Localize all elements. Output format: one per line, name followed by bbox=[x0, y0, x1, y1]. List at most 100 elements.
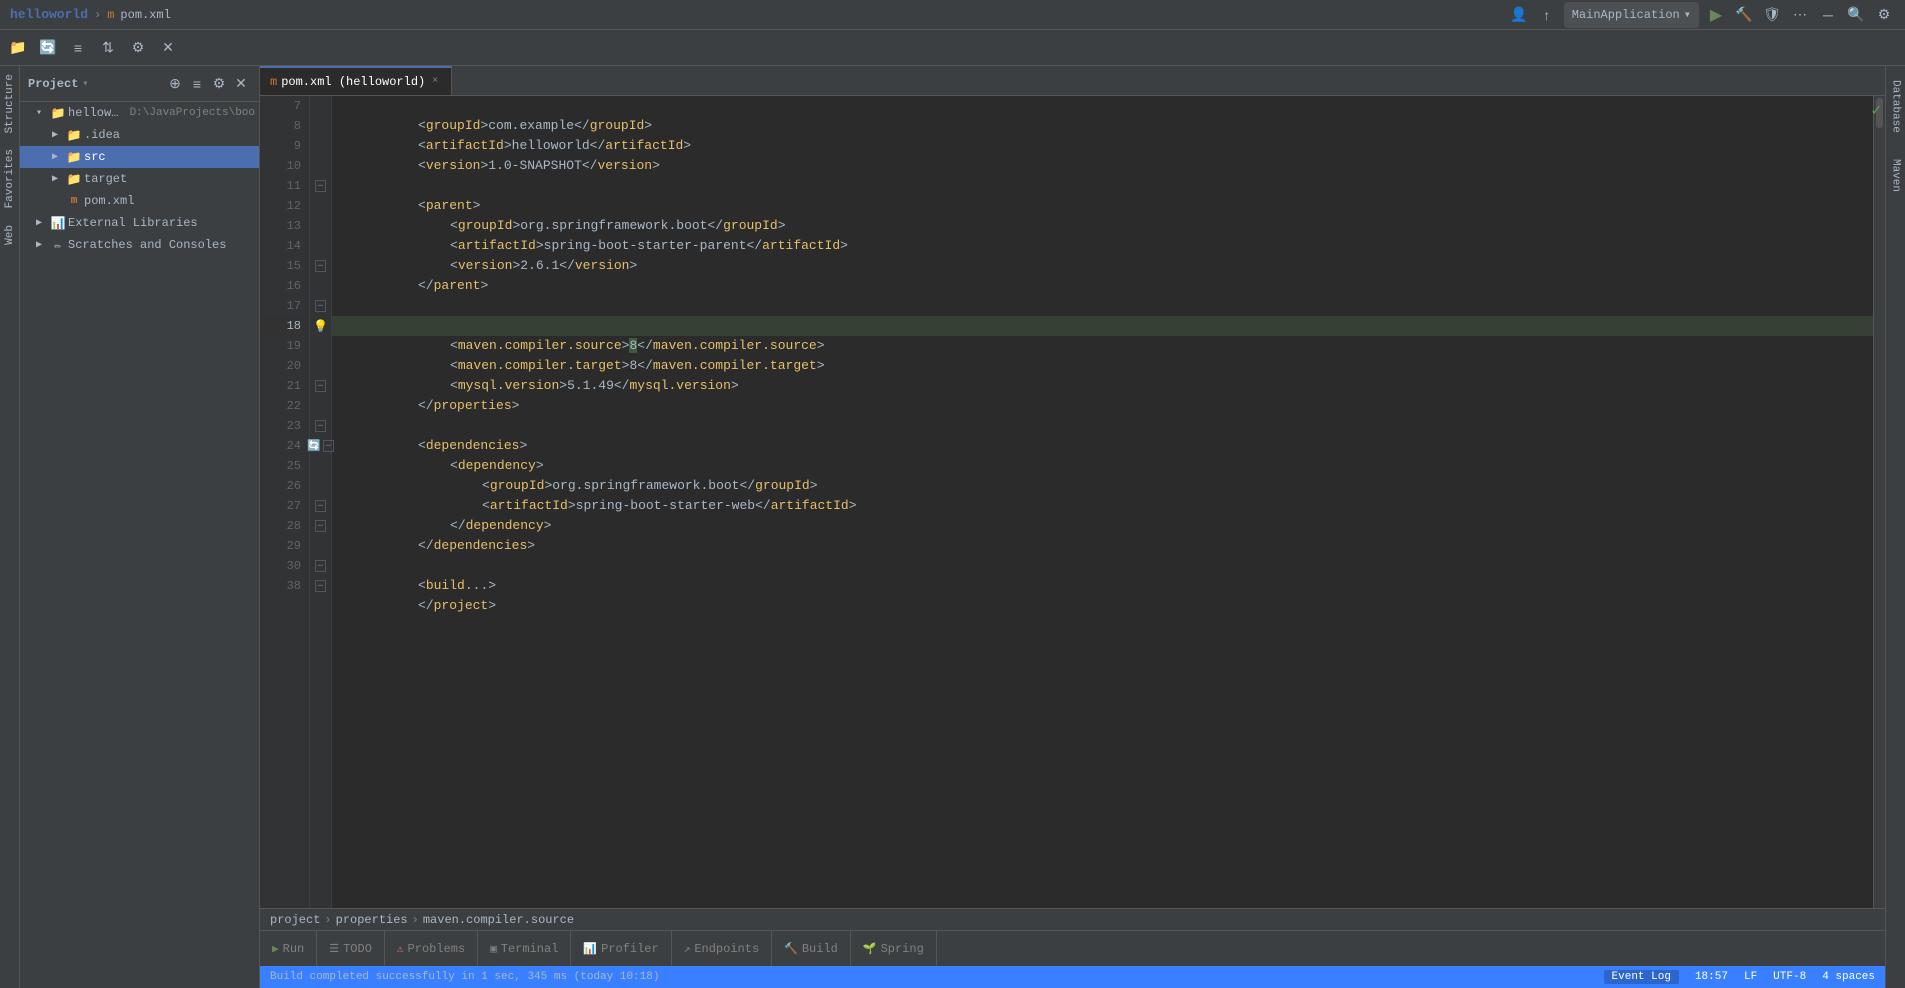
code-line-23: <dependencies> bbox=[332, 416, 1873, 436]
gutter-30[interactable]: ─ bbox=[310, 556, 331, 576]
code-line-11: <parent> bbox=[332, 176, 1873, 196]
title-separator: › bbox=[94, 8, 101, 22]
project-dropdown-btn[interactable]: 📁 bbox=[4, 34, 32, 62]
maven-icon: m bbox=[66, 193, 82, 209]
breadcrumb-maven-source[interactable]: maven.compiler.source bbox=[423, 913, 574, 927]
title-icon: m bbox=[107, 8, 114, 22]
coverage-button[interactable]: 🛡 bbox=[1761, 4, 1783, 26]
sidebar-icon3-btn[interactable]: ⚙ bbox=[209, 74, 229, 94]
line-num-7: 7 bbox=[260, 96, 309, 116]
minimize-btn[interactable]: ─ bbox=[1817, 4, 1839, 26]
line-num-27: 27 bbox=[260, 496, 309, 516]
tab-pomxml[interactable]: m pom.xml (helloworld) × bbox=[260, 66, 452, 95]
endpoints-tab-icon: ↗ bbox=[684, 942, 691, 956]
gutter-15[interactable]: ─ bbox=[310, 256, 331, 276]
tab-build[interactable]: 🔨 Build bbox=[772, 931, 851, 966]
title-bar-right: 👤 ↑ MainApplication ▾ ▶ 🔨 🛡 ⋯ ─ 🔍 ⚙ bbox=[1508, 2, 1895, 28]
tree-item-scratches[interactable]: ▶ ✏ Scratches and Consoles bbox=[20, 234, 259, 256]
right-tab-maven[interactable]: Maven bbox=[1887, 146, 1905, 206]
collapse-all-btn[interactable]: ≡ bbox=[64, 34, 92, 62]
event-log-btn[interactable]: Event Log bbox=[1604, 970, 1679, 984]
status-indent: 4 spaces bbox=[1822, 971, 1875, 983]
sort-btn[interactable]: ⇅ bbox=[94, 34, 122, 62]
tab-run[interactable]: ▶ Run bbox=[260, 931, 317, 966]
left-tab-structure[interactable]: Structure bbox=[1, 66, 19, 141]
code-line-10 bbox=[332, 156, 1873, 176]
settings2-btn[interactable]: ⚙ bbox=[124, 34, 152, 62]
left-tab-favorites[interactable]: Favorites bbox=[1, 141, 19, 216]
editor-area: m pom.xml (helloworld) × ✓ 7 8 9 10 11 1… bbox=[260, 66, 1885, 988]
sidebar-title: Project bbox=[28, 77, 78, 91]
tree-label-extlibs: External Libraries bbox=[68, 216, 198, 230]
sync-btn[interactable]: 🔄 bbox=[34, 34, 62, 62]
tab-endpoints[interactable]: ↗ Endpoints bbox=[672, 931, 772, 966]
gutter-14 bbox=[310, 236, 331, 256]
code-content[interactable]: <groupId>com.example</groupId> <artifact… bbox=[332, 96, 1873, 908]
vcs-btn[interactable]: ↑ bbox=[1536, 4, 1558, 26]
code-line-30: <build...> bbox=[332, 556, 1873, 576]
main-content: Structure Favorites Web Project ▾ ⊕ ≡ ⚙ … bbox=[0, 66, 1905, 988]
check-mark-icon: ✓ bbox=[1871, 100, 1881, 120]
breadcrumb-properties[interactable]: properties bbox=[336, 913, 408, 927]
build-tab-label: Build bbox=[802, 942, 838, 956]
project-folder-icon: 📁 bbox=[50, 105, 66, 121]
gutter-23[interactable]: ─ bbox=[310, 416, 331, 436]
tree-item-extlibs[interactable]: ▶ 📊 External Libraries bbox=[20, 212, 259, 234]
tab-close-btn[interactable]: × bbox=[429, 75, 441, 88]
reload-icon: 🔄 bbox=[307, 439, 321, 453]
gutter-11[interactable]: ─ bbox=[310, 176, 331, 196]
line-num-13: 13 bbox=[260, 216, 309, 236]
build-button[interactable]: 🔨 bbox=[1733, 4, 1755, 26]
line-num-8: 8 bbox=[260, 116, 309, 136]
breadcrumb-project[interactable]: project bbox=[270, 913, 320, 927]
settings-btn[interactable]: ⚙ bbox=[1873, 4, 1895, 26]
tree-item-src[interactable]: ▶ 📁 src bbox=[20, 146, 259, 168]
code-line-26: <artifactId>spring-boot-starter-web</art… bbox=[332, 476, 1873, 496]
run-button[interactable]: ▶ bbox=[1705, 4, 1727, 26]
line-num-26: 26 bbox=[260, 476, 309, 496]
gutter-21[interactable]: ─ bbox=[310, 376, 331, 396]
sidebar-icon2-btn[interactable]: ≡ bbox=[187, 74, 207, 94]
gutter-18[interactable]: 💡 bbox=[310, 316, 331, 336]
sidebar-icon1-btn[interactable]: ⊕ bbox=[165, 74, 185, 94]
close-sidebar-btn[interactable]: ✕ bbox=[154, 34, 182, 62]
gutter-38b[interactable]: ─ bbox=[310, 576, 331, 596]
todo-tab-label: TODO bbox=[343, 942, 372, 956]
line-num-21: 21 bbox=[260, 376, 309, 396]
line-num-38a: 38 bbox=[260, 576, 309, 596]
spring-tab-label: Spring bbox=[881, 942, 924, 956]
code-line-27: </dependency> bbox=[332, 496, 1873, 516]
problems-tab-icon: ⚠ bbox=[397, 942, 404, 956]
gutter-24[interactable]: 🔄 ─ bbox=[310, 436, 331, 456]
tree-item-target[interactable]: ▶ 📁 target bbox=[20, 168, 259, 190]
more-btn[interactable]: ⋯ bbox=[1789, 4, 1811, 26]
tree-item-idea[interactable]: ▶ 📁 .idea bbox=[20, 124, 259, 146]
code-editor[interactable]: 7 8 9 10 11 12 13 14 15 16 17 18 19 20 2… bbox=[260, 96, 1885, 908]
line-num-19: 19 bbox=[260, 336, 309, 356]
line-num-18: 18 bbox=[260, 316, 309, 336]
tab-profiler[interactable]: 📊 Profiler bbox=[571, 931, 671, 966]
run-config[interactable]: MainApplication ▾ bbox=[1564, 2, 1699, 28]
tab-todo[interactable]: ☰ TODO bbox=[317, 931, 385, 966]
search-btn[interactable]: 🔍 bbox=[1845, 4, 1867, 26]
tab-spring[interactable]: 🌱 Spring bbox=[851, 931, 937, 966]
code-line-20: <mysql.version>5.1.49</mysql.version> bbox=[332, 356, 1873, 376]
profile-btn[interactable]: 👤 bbox=[1508, 4, 1530, 26]
tab-maven-icon: m bbox=[270, 75, 277, 89]
tab-terminal[interactable]: ▣ Terminal bbox=[478, 931, 571, 966]
gutter-27[interactable]: ─ bbox=[310, 496, 331, 516]
sidebar-icon4-btn[interactable]: ✕ bbox=[231, 74, 251, 94]
gutter-28[interactable]: ─ bbox=[310, 516, 331, 536]
vertical-scrollbar[interactable] bbox=[1873, 96, 1885, 908]
code-line-12: <groupId>org.springframework.boot</group… bbox=[332, 196, 1873, 216]
tab-problems[interactable]: ⚠ Problems bbox=[385, 931, 478, 966]
lightbulb-icon: 💡 bbox=[313, 319, 328, 334]
code-line-17: <properties> bbox=[332, 296, 1873, 316]
run-config-dropdown-icon: ▾ bbox=[1684, 7, 1691, 22]
right-tab-database[interactable]: Database bbox=[1887, 66, 1905, 146]
tree-item-helloworld[interactable]: ▾ 📁 helloworld D:\JavaProjects\boo bbox=[20, 102, 259, 124]
tree-item-pomxml[interactable]: m pom.xml bbox=[20, 190, 259, 212]
code-line-7: <groupId>com.example</groupId> bbox=[332, 96, 1873, 116]
gutter-17[interactable]: ─ bbox=[310, 296, 331, 316]
left-tab-web[interactable]: Web bbox=[1, 217, 19, 253]
